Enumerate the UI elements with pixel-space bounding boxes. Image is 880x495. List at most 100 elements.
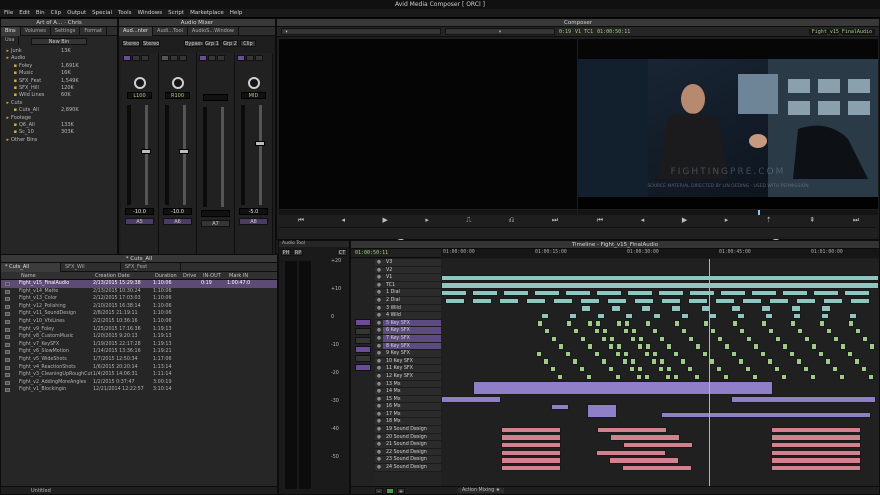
mute-button[interactable] xyxy=(179,55,187,61)
fader-handle[interactable] xyxy=(255,141,265,146)
timeline-clip[interactable] xyxy=(615,373,621,381)
timeline-clip[interactable] xyxy=(771,426,861,434)
fader-handle[interactable] xyxy=(179,149,189,154)
segment-tool-button[interactable] xyxy=(355,319,371,326)
track-header[interactable]: ● 7 Key SFX xyxy=(375,334,441,343)
step-fwd-icon[interactable]: ▸ xyxy=(425,216,429,226)
timeline-clip[interactable] xyxy=(688,297,708,305)
menu-marketplace[interactable]: Marketplace xyxy=(190,9,224,17)
timeline-clip[interactable] xyxy=(813,289,839,297)
group2-button[interactable]: Grp 2 xyxy=(222,40,238,47)
timeline-clip[interactable] xyxy=(861,365,867,373)
bin-tree-item[interactable]: ▪ Cuts_All 2,890K xyxy=(5,107,113,114)
track-enable-icon[interactable]: ● xyxy=(375,358,383,365)
timeline-clip[interactable] xyxy=(849,312,857,320)
timeline-clip[interactable] xyxy=(597,312,605,320)
bin-row[interactable]: Fight_v7_KeySFX 1/19/2015 22:17:28 1:19:13 xyxy=(1,341,277,349)
track-header[interactable]: ● 17 Mx xyxy=(375,410,441,419)
timeline-clip[interactable] xyxy=(767,358,773,365)
timeline-clip[interactable] xyxy=(658,365,664,373)
timeline-clip[interactable] xyxy=(681,327,687,335)
mute-button[interactable] xyxy=(217,55,225,61)
timeline-clip[interactable] xyxy=(840,343,846,350)
timeline-clip[interactable] xyxy=(580,335,586,343)
mixer-tab-1[interactable]: Audi…Tool xyxy=(153,27,188,36)
solo-button[interactable] xyxy=(132,55,140,61)
bin-row[interactable]: Fight_v9_Foley 1/25/2015 17:16:36 1:19:13 xyxy=(1,326,277,334)
track-header[interactable]: ● 9 Key SFX xyxy=(375,350,441,358)
bin-tree-item[interactable]: ▸ Footage xyxy=(5,115,113,122)
zoom-in-button[interactable]: + xyxy=(397,487,405,495)
bin-row[interactable]: Fight_v12_Polishing 2/10/2015 16:38:14 1:1… xyxy=(1,303,277,311)
timeline-clip[interactable] xyxy=(862,335,868,343)
track-header[interactable]: ● 23 Sound Design xyxy=(375,456,441,465)
record-position-bar[interactable] xyxy=(578,210,878,215)
track-enable-icon[interactable]: ● xyxy=(375,456,383,463)
track-header[interactable]: ● 22 Sound Design xyxy=(375,448,441,457)
timeline-clip[interactable] xyxy=(637,343,643,350)
record-enable-button[interactable] xyxy=(123,55,131,61)
project-tab-0[interactable]: Bins xyxy=(1,27,21,36)
bin-row[interactable]: Fight_v14_Matte 2/13/2015 10:30:24 1:10:06 xyxy=(1,288,277,296)
splice-icon[interactable]: ⎍ xyxy=(466,216,471,226)
level-value[interactable] xyxy=(201,210,230,217)
track-tag[interactable]: A6 xyxy=(163,218,192,225)
timeline-clip[interactable] xyxy=(608,365,614,373)
bin-tree-item[interactable]: ▪ Wild Lines 60K xyxy=(5,92,113,99)
stereo-button-1[interactable]: Stereo xyxy=(122,40,140,47)
pan-knob[interactable] xyxy=(133,77,146,89)
timeline-clip[interactable] xyxy=(771,457,861,464)
timeline-clip[interactable] xyxy=(615,350,621,358)
timeline-clip[interactable] xyxy=(793,312,801,320)
timeline-clip[interactable] xyxy=(694,373,700,381)
bin-row[interactable]: Fight_v5_WideShots 1/7/2015 12:50:34 1:17:… xyxy=(1,356,277,364)
timeline-clip[interactable] xyxy=(653,312,661,320)
bin-col-header[interactable]: Drive xyxy=(181,272,201,279)
project-tab-1[interactable]: Volumes xyxy=(21,27,51,36)
timeline-clip[interactable] xyxy=(781,373,787,381)
track-enable-icon[interactable]: ● xyxy=(375,312,383,319)
track-header[interactable]: ● 12 Key SFX xyxy=(375,372,441,381)
lift-tool-button[interactable] xyxy=(355,328,371,335)
timeline-clip[interactable] xyxy=(611,305,621,312)
timeline-clip[interactable] xyxy=(811,343,817,350)
timeline-clip[interactable] xyxy=(625,312,633,320)
timeline-clip[interactable] xyxy=(587,320,593,327)
track-header[interactable]: ● 3 Wild xyxy=(375,304,441,313)
timeline-clip[interactable] xyxy=(551,403,569,411)
track-enable-icon[interactable]: ● xyxy=(375,305,383,312)
timeline-clip[interactable] xyxy=(553,297,573,305)
timeline-clip[interactable] xyxy=(624,320,630,327)
timeline-clip[interactable] xyxy=(768,327,774,335)
record-menu[interactable]: ▾ xyxy=(445,28,555,35)
pan-knob[interactable] xyxy=(247,77,260,89)
timeline-clip[interactable] xyxy=(739,327,745,335)
bin-tree-item[interactable]: ▪ SFX_Hill 120K xyxy=(5,85,113,92)
timeline-clip[interactable] xyxy=(587,403,617,419)
timeline-clip[interactable] xyxy=(723,373,729,381)
bin-col-header[interactable]: Creation Date xyxy=(93,272,153,279)
timeline-clip[interactable] xyxy=(731,396,876,403)
timeline-clip[interactable] xyxy=(681,312,689,320)
bin-tree-item[interactable]: ▸ Cuts xyxy=(5,100,113,107)
timeline-clip[interactable] xyxy=(666,343,672,350)
timeline-clip[interactable] xyxy=(774,365,780,373)
timeline-clip[interactable] xyxy=(789,350,795,358)
menu-help[interactable]: Help xyxy=(230,9,243,17)
play-icon[interactable]: ▶ xyxy=(383,216,388,226)
timeline-clip[interactable] xyxy=(631,327,637,335)
timeline-clip[interactable] xyxy=(441,289,467,297)
timeline-clip[interactable] xyxy=(818,350,824,358)
timeline-clip[interactable] xyxy=(658,289,684,297)
track-header[interactable]: ● V3 xyxy=(375,259,441,267)
cal-button[interactable]: CT xyxy=(337,249,347,256)
timeline-clip[interactable] xyxy=(819,320,825,327)
bin-row[interactable]: Fight_v15_FinalAudio 2/13/2015 15:29:38 1:… xyxy=(1,280,277,288)
timeline-clip[interactable] xyxy=(551,335,557,343)
timeline-clip[interactable] xyxy=(868,373,874,381)
timeline-clip[interactable] xyxy=(608,343,614,350)
track-header[interactable]: ● 20 Sound Design xyxy=(375,433,441,442)
bin-col-header[interactable]: Mark IN xyxy=(227,272,249,279)
timeline-clip[interactable] xyxy=(671,305,681,312)
timeline-clip[interactable] xyxy=(543,358,549,365)
